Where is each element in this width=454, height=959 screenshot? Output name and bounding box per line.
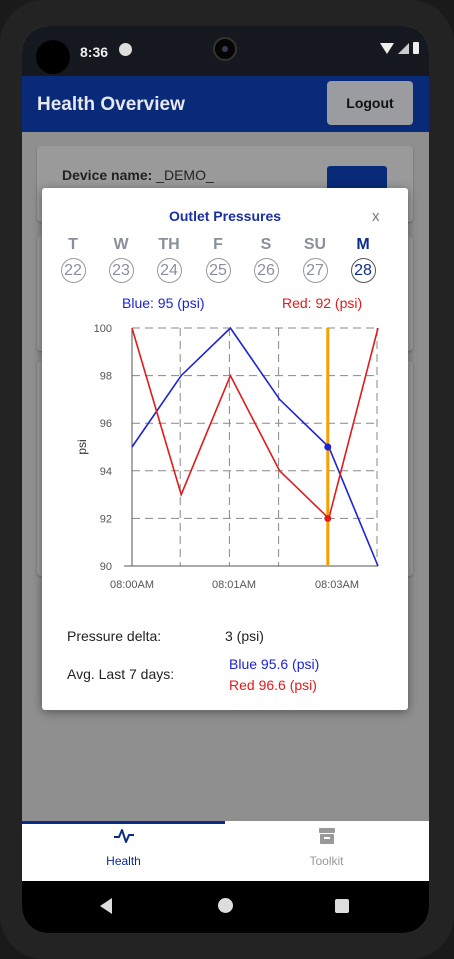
x-tick-label: 08:01AM [212, 579, 256, 591]
app-bar: Health Overview Logout [22, 76, 429, 132]
screen: 8:36 Health Overview Logout Device name:… [22, 26, 429, 933]
nav-health[interactable]: Health [22, 827, 225, 868]
x-tick-label: 08:00AM [110, 579, 154, 591]
system-nav-bar [22, 881, 429, 933]
nav-toolkit[interactable]: Toolkit [225, 827, 428, 868]
system-icons [380, 42, 419, 54]
pressure-delta-value: 3 (psi) [225, 628, 264, 644]
bottom-nav: Health Toolkit [22, 821, 429, 881]
y-axis-label: psi [75, 439, 89, 454]
device-name-value: _DEMO_ [156, 167, 214, 183]
avg-red-value: Red 96.6 (psi) [229, 677, 317, 693]
pressure-delta-label: Pressure delta: [67, 628, 162, 644]
back-icon[interactable] [100, 898, 112, 914]
battery-icon [413, 42, 419, 54]
status-time: 8:36 [80, 44, 109, 60]
nav-toolkit-label: Toolkit [309, 854, 344, 868]
y-tick-label: 98 [100, 371, 112, 383]
wifi-icon [380, 42, 394, 54]
cursor-point-blue [324, 443, 332, 451]
archive-icon [318, 828, 335, 844]
y-tick-label: 94 [100, 466, 112, 478]
front-camera [213, 37, 237, 61]
status-bar: 8:36 [22, 26, 429, 76]
pressure-chart[interactable]: 90 92 94 96 98 100 08:00AM 08:01AM 08:03AM psi [42, 188, 408, 618]
series-line-blue [131, 326, 379, 567]
device-name: Device name: _DEMO_ [62, 167, 214, 183]
device-name-label: Device name: [62, 167, 153, 183]
phone-frame: 8:36 Health Overview Logout Device name:… [0, 0, 454, 959]
avg-label: Avg. Last 7 days: [67, 666, 175, 682]
y-tick-label: 96 [100, 418, 112, 430]
notification-icon [119, 43, 132, 56]
home-icon[interactable] [218, 898, 233, 913]
y-tick-label: 92 [100, 513, 112, 525]
recents-icon[interactable] [335, 899, 349, 913]
nav-active-indicator [22, 821, 225, 824]
page-title: Health Overview [37, 94, 185, 115]
avg-blue-value: Blue 95.6 (psi) [229, 656, 320, 672]
pulse-icon [113, 829, 134, 843]
cursor-point-red [324, 514, 332, 522]
y-tick-label: 100 [94, 323, 112, 335]
signal-icon [398, 42, 409, 54]
x-tick-label: 08:03AM [315, 579, 359, 591]
outlet-pressures-dialog: Outlet Pressures x T 22 W 23 TH 24 F 25 S 26 SU 27 M… [42, 188, 408, 710]
camera-cutout [36, 40, 70, 74]
nav-health-label: Health [106, 854, 141, 868]
y-tick-label: 90 [100, 561, 112, 573]
logout-button[interactable]: Logout [327, 81, 413, 125]
